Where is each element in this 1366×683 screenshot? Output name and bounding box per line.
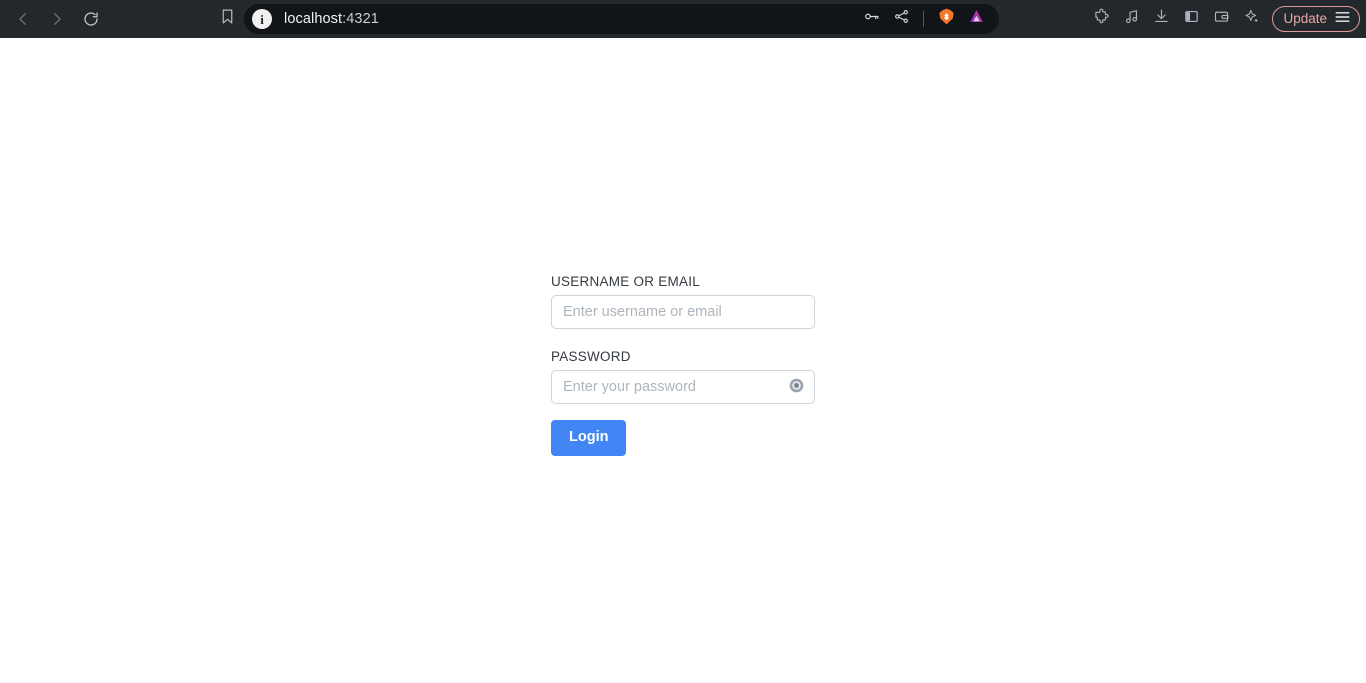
urlbar-actions <box>858 4 989 34</box>
chevron-right-icon <box>48 10 66 28</box>
sparkle-icon <box>1243 8 1260 30</box>
wallet-button[interactable] <box>1206 4 1236 34</box>
username-input[interactable] <box>551 295 815 329</box>
sidebar-toggle-button[interactable] <box>1176 4 1206 34</box>
forward-button[interactable] <box>42 4 72 34</box>
brave-lion-icon <box>937 7 956 31</box>
extensions-button[interactable] <box>1086 4 1116 34</box>
toolbar-right-group: Update <box>1086 0 1360 38</box>
reload-button[interactable] <box>76 4 106 34</box>
hamburger-menu-icon[interactable] <box>1334 10 1351 29</box>
username-input-wrap <box>551 295 815 329</box>
username-label: USERNAME OR EMAIL <box>551 274 701 289</box>
update-label: Update <box>1283 11 1327 27</box>
share-icon <box>893 8 910 30</box>
login-form: USERNAME OR EMAIL PASSWORD Login <box>551 274 815 456</box>
url-text: localhost:4321 <box>284 11 379 27</box>
brave-shields-button[interactable] <box>933 6 959 32</box>
key-icon <box>863 8 880 30</box>
music-note-icon <box>1123 8 1140 30</box>
share-button[interactable] <box>888 6 914 32</box>
bookmark-button[interactable] <box>210 4 244 34</box>
chevron-left-icon <box>14 10 32 28</box>
page-content: USERNAME OR EMAIL PASSWORD Login <box>0 38 1366 683</box>
password-label: PASSWORD <box>551 349 631 364</box>
browser-toolbar: i localhost:4321 Update <box>0 0 1366 38</box>
username-field-group: USERNAME OR EMAIL <box>551 274 815 329</box>
urlbar-container: i localhost:4321 <box>210 4 999 34</box>
panel-icon <box>1183 8 1200 30</box>
toggle-password-visibility-button[interactable] <box>785 376 807 398</box>
url-port: :4321 <box>342 11 379 27</box>
eye-icon <box>787 376 806 398</box>
leo-ai-button[interactable] <box>1236 4 1266 34</box>
brave-rewards-button[interactable] <box>963 6 989 32</box>
puzzle-piece-icon <box>1093 8 1110 30</box>
password-input-wrap <box>551 370 815 404</box>
back-button[interactable] <box>8 4 38 34</box>
button-spacer <box>551 404 815 420</box>
login-button[interactable]: Login <box>551 420 627 456</box>
info-icon[interactable]: i <box>252 9 272 29</box>
address-bar[interactable]: i localhost:4321 <box>244 4 999 34</box>
password-manager-button[interactable] <box>858 6 884 32</box>
field-spacer <box>551 329 815 349</box>
wallet-icon <box>1213 8 1230 30</box>
navigation-buttons <box>0 4 106 34</box>
bookmark-icon <box>219 8 236 30</box>
password-field-group: PASSWORD <box>551 349 815 404</box>
media-player-button[interactable] <box>1116 4 1146 34</box>
reload-icon <box>82 10 100 28</box>
toolbar-divider <box>923 11 924 27</box>
url-host: localhost <box>284 11 343 27</box>
triangle-icon <box>967 7 986 31</box>
update-button[interactable]: Update <box>1272 6 1360 32</box>
download-icon <box>1153 8 1170 30</box>
password-input[interactable] <box>551 370 815 404</box>
downloads-button[interactable] <box>1146 4 1176 34</box>
